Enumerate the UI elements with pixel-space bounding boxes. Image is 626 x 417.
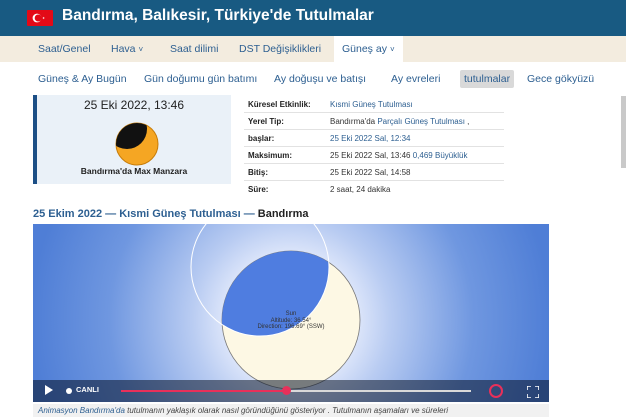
detail-value-prefix: 25 Eki 2022 Sal, 13:46 [330,151,413,160]
magnitude-link[interactable]: 0,469 Büyüklük [413,151,468,160]
max-view-summary: 25 Eki 2022, 13:46 Bandırma'da Max Manza… [33,95,231,184]
max-view-datetime: 25 Eki 2022, 13:46 [83,98,185,112]
nav-item-label: Hava [111,43,136,55]
max-view-caption: Bandırma'da Max Manzara [80,166,188,176]
timeline-handle[interactable] [282,386,291,395]
table-row: Süre: 2 saat, 24 dakika [244,181,504,198]
timeline-progress [121,390,286,392]
detail-value: 25 Eki 2022 Sal, 12:34 [330,134,411,143]
subnav-item-tutulmalar[interactable]: tutulmalar [460,70,515,88]
partial-solar-eclipse-icon [105,115,163,172]
section-title-link[interactable]: 25 Ekim 2022 — Kısmi Güneş Tutulması — [33,208,255,220]
main-nav: Saat/Genel Hava ˅ Saat dilimi DST Değişik… [0,36,626,62]
animation-link[interactable]: Animasyon Bandırma'da [38,406,125,415]
table-row: Yerel Tip: Bandırma'da Parçalı Güneş Tut… [244,113,504,130]
detail-key: Süre: [248,185,269,194]
detail-key: Küresel Etkinlik: [248,100,311,109]
live-dot-icon [66,388,72,394]
local-type-link[interactable]: Parçalı Güneş Tutulması [377,117,465,126]
detail-key: Yerel Tip: [248,117,284,126]
play-icon[interactable] [45,385,53,395]
chevron-down-icon: ˅ [138,45,144,54]
detail-value-suffix: , [464,117,470,126]
sub-nav: Güneş & Ay Bugün Gün doğumu gün batımı A… [0,70,626,90]
detail-value: 25 Eki 2022 Sal, 14:58 [330,168,411,177]
detail-key: Maksimum: [248,151,293,160]
direction-readout: Direction: 196.69° (SSW) [257,324,324,330]
detail-value: Kısmi Güneş Tutulması [330,100,413,109]
detail-value-prefix: Bandırma'da [330,117,378,126]
scrollbar-thumb[interactable] [621,96,626,168]
subnav-item-ay-evreleri[interactable]: Ay evreleri [391,73,440,85]
nav-item-saat-dilimi[interactable]: Saat dilimi [170,43,218,55]
nav-item-dst[interactable]: DST Değişiklikleri [239,43,321,55]
fullscreen-icon[interactable] [526,385,540,399]
animation-caption: Animasyon Bandırma'da tutulmanın yaklaşı… [33,404,549,417]
begins-link[interactable]: 25 Eki 2022 Sal, 12:34 [330,134,411,143]
caption-text: tutulmanın yaklaşık olarak nasıl göründü… [124,406,449,415]
turkey-flag-icon [27,10,53,26]
nav-item-label: DST Değişiklikleri [239,43,322,55]
section-title: 25 Ekim 2022 — Kısmi Güneş Tutulması — B… [33,208,309,220]
subnav-item-gunes-ay-bugun[interactable]: Güneş & Ay Bugün [38,73,127,85]
speed-icon[interactable] [489,384,503,398]
sun-label: Sun [286,311,297,317]
nav-item-gunes-ay[interactable]: Güneş ay ˅ [334,36,403,62]
eclipse-animation-view: Sun Altitude: 36.54° Direction: 196.69° … [33,224,549,402]
table-row: Maksimum: 25 Eki 2022 Sal, 13:46 0,469 B… [244,147,504,164]
detail-value: 2 saat, 24 dakika [330,185,391,194]
subnav-item-gun-dogumu[interactable]: Gün doğumu gün batımı [144,73,257,85]
player-controls: CANLI [33,380,549,402]
detail-value: Bandırma'da Parçalı Güneş Tutulması , [330,117,469,126]
detail-key: Bitiş: [248,168,268,177]
detail-key: başlar: [248,134,275,143]
detail-value: 25 Eki 2022 Sal, 13:46 0,469 Büyüklük [330,151,467,160]
nav-item-saat-genel[interactable]: Saat/Genel [38,43,91,55]
nav-item-hava[interactable]: Hava ˅ [111,43,143,55]
live-label[interactable]: CANLI [76,385,99,394]
section-title-place: Bandırma [254,208,309,220]
subnav-item-ay-dogusu[interactable]: Ay doğuşu ve batışı [274,73,366,85]
chevron-down-icon: ˅ [389,45,395,54]
table-row: Bitiş: 25 Eki 2022 Sal, 14:58 [244,164,504,181]
site-header: Bandırma, Balıkesir, Türkiye'de Tutulmal… [0,0,626,36]
eclipse-details-table: Küresel Etkinlik: Kısmi Güneş Tutulması … [244,96,504,198]
table-row: başlar: 25 Eki 2022 Sal, 12:34 [244,130,504,147]
page-title: Bandırma, Balıkesir, Türkiye'de Tutulmal… [62,7,374,24]
subnav-item-gece-gokyuzu[interactable]: Gece gökyüzü [527,73,594,85]
nav-item-label: Saat dilimi [170,43,219,55]
nav-item-label: Saat/Genel [38,43,91,55]
nav-item-label: Güneş ay [342,43,387,55]
eclipse-animation-player[interactable]: Sun Altitude: 36.54° Direction: 196.69° … [33,224,549,402]
global-event-link[interactable]: Kısmi Güneş Tutulması [330,100,413,109]
table-row: Küresel Etkinlik: Kısmi Güneş Tutulması [244,96,504,113]
